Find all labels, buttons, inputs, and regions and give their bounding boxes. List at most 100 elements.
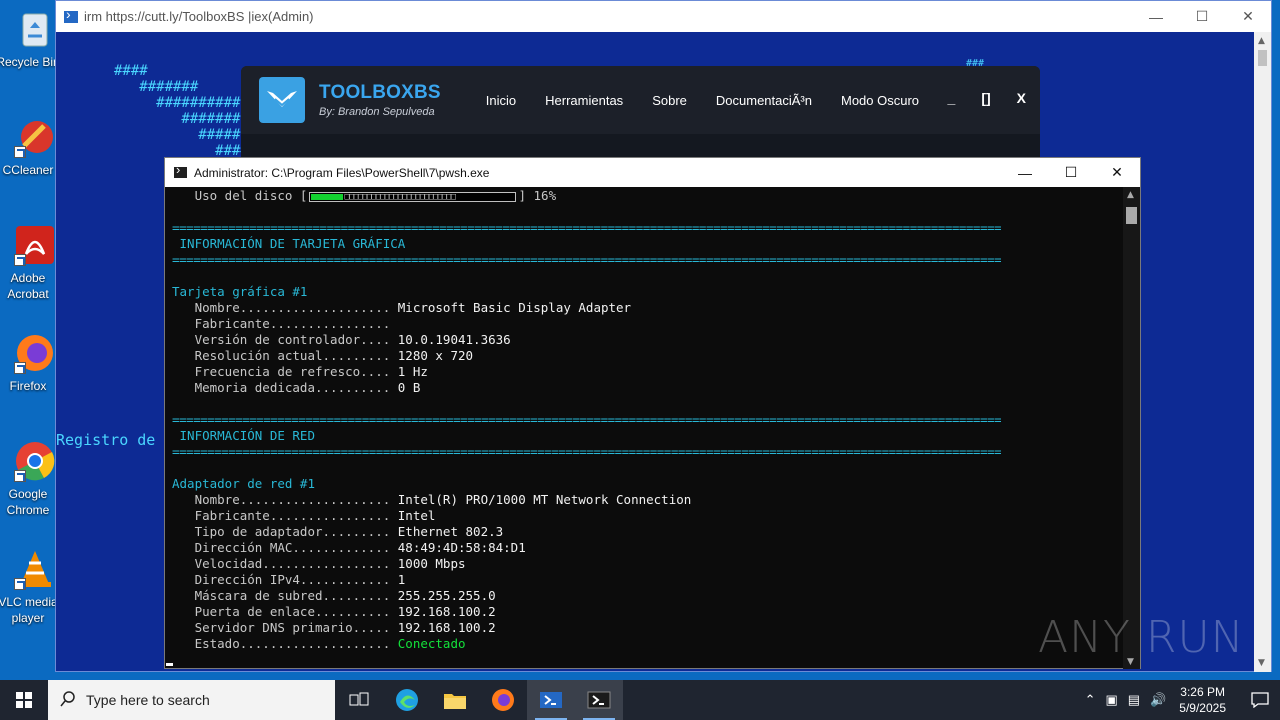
info-row: Resolución actual......... 1280 x 720: [172, 348, 473, 364]
window-title: irm https://cutt.ly/ToolboxBS |iex(Admin…: [84, 9, 314, 24]
volume-icon[interactable]: 🔊: [1150, 692, 1166, 708]
info-label: Resolución actual.........: [172, 348, 398, 363]
edge-icon: [396, 689, 418, 711]
scroll-thumb[interactable]: [1258, 50, 1267, 66]
taskbar-edge[interactable]: [383, 680, 431, 720]
info-row: Tipo de adaptador......... Ethernet 802.…: [172, 524, 504, 540]
info-row: Nombre.................... Intel(R) PRO/…: [172, 492, 692, 508]
powershell-icon: [540, 692, 562, 708]
disk-usage-line: Uso del disco [□□□□□□□□□□□□□□□□□□□□□□□□□…: [194, 188, 557, 203]
toolbox-nav: Inicio Herramientas Sobre DocumentaciÃ³n…: [486, 93, 948, 108]
info-value: 192.168.100.2: [397, 620, 496, 635]
close-button[interactable]: ✕: [1225, 1, 1271, 32]
info-row: Versión de controlador.... 10.0.19041.36…: [172, 332, 511, 348]
info-row: Fabricante................: [172, 316, 398, 332]
window-titlebar[interactable]: irm https://cutt.ly/ToolboxBS |iex(Admin…: [56, 1, 1271, 32]
terminal-icon: [174, 162, 187, 178]
taskbar-powershell[interactable]: [527, 680, 575, 720]
taskbar-search[interactable]: Type here to search: [48, 680, 335, 720]
terminal-close-button[interactable]: ✕: [1094, 158, 1140, 187]
info-value: 192.168.100.2: [397, 604, 496, 619]
search-placeholder: Type here to search: [86, 692, 210, 708]
gpu-section-title: INFORMACIÓN DE TARJETA GRÁFICA: [172, 236, 406, 251]
info-value: 1000 Mbps: [397, 556, 466, 571]
terminal-scrollbar[interactable]: ▲ ▼: [1123, 187, 1140, 669]
info-row: Puerta de enlace.......... 192.168.100.2: [172, 604, 496, 620]
terminal-title: Administrator: C:\Program Files\PowerShe…: [194, 165, 490, 180]
desktop-icon-label: VLC media player: [0, 595, 58, 625]
nav-modo-oscuro[interactable]: Modo Oscuro: [841, 93, 919, 108]
info-value: Intel: [397, 508, 436, 523]
info-label: Frecuencia de refresco....: [172, 364, 398, 379]
network-icon[interactable]: ▣: [1106, 692, 1118, 708]
nav-inicio[interactable]: Inicio: [486, 93, 516, 108]
taskbar-explorer[interactable]: [431, 680, 479, 720]
clock[interactable]: 3:26 PM 5/9/2025: [1179, 684, 1226, 716]
ccleaner-icon: [14, 116, 56, 158]
toolbox-header: TOOLBOXBS By: Brandon Sepulveda Inicio H…: [241, 66, 1040, 134]
info-row: Máscara de subred......... 255.255.255.0: [172, 588, 496, 604]
taskbar: Type here to search ⌃ ▣ ▤ 🔊 3:26 PM 5/9/…: [0, 680, 1280, 720]
info-value: Intel(R) PRO/1000 MT Network Connection: [397, 492, 692, 507]
info-label: Fabricante................: [172, 316, 398, 331]
scroll-up-icon[interactable]: ▲: [1258, 36, 1265, 46]
firefox-icon: [14, 332, 56, 374]
toolbox-logo-icon: [259, 77, 305, 123]
terminal-output[interactable]: Uso del disco [□□□□□□□□□□□□□□□□□□□□□□□□□…: [165, 187, 1123, 669]
info-label: Máscara de subred.........: [172, 588, 398, 603]
nav-sobre[interactable]: Sobre: [652, 93, 687, 108]
toolbox-close-button[interactable]: X: [1017, 90, 1026, 106]
info-label: Dirección MAC.............: [172, 540, 398, 555]
maximize-button[interactable]: ☐: [1179, 1, 1225, 32]
firefox-icon: [492, 689, 514, 711]
desktop-icon-label: CCleaner: [2, 163, 54, 177]
minimize-button[interactable]: —: [1133, 1, 1179, 32]
notifications-icon[interactable]: [1240, 692, 1280, 708]
info-value: 255.255.255.0: [397, 588, 496, 603]
separator: ========================================…: [172, 220, 1002, 235]
toolbox-maximize-button[interactable]: []: [981, 90, 990, 106]
info-value: Conectado: [397, 636, 466, 651]
recycle-bin-icon: [14, 8, 56, 50]
start-button[interactable]: [0, 680, 48, 720]
taskbar-pwsh[interactable]: [575, 680, 623, 720]
desktop-icons: Recycle Bin CCleaner Adobe Acrobat Firef…: [0, 0, 60, 680]
disk-usage-bar: □□□□□□□□□□□□□□□□□□□□□□□□□: [309, 191, 517, 202]
info-label: Dirección IPv4............: [172, 572, 398, 587]
desktop-icon-label: Google Chrome: [6, 487, 50, 517]
nav-herramientas[interactable]: Herramientas: [545, 93, 623, 108]
task-view-button[interactable]: [335, 680, 383, 720]
separator: ========================================…: [172, 412, 1002, 427]
scrollbar[interactable]: ▲ ▼: [1254, 32, 1271, 672]
scroll-down-icon[interactable]: ▼: [1258, 658, 1265, 668]
separator: ========================================…: [172, 252, 1002, 267]
vlc-icon: [14, 548, 56, 590]
chevron-up-icon[interactable]: ⌃: [1085, 692, 1096, 708]
info-row: Dirección MAC............. 48:49:4D:58:8…: [172, 540, 526, 556]
ethernet-icon[interactable]: ▤: [1128, 692, 1140, 708]
taskbar-firefox[interactable]: [479, 680, 527, 720]
terminal-titlebar[interactable]: Administrator: C:\Program Files\PowerShe…: [165, 158, 1140, 187]
toolbox-minimize-button[interactable]: _: [948, 90, 956, 106]
info-row: Frecuencia de refresco.... 1 Hz: [172, 364, 428, 380]
search-icon: [60, 690, 76, 710]
gpu-header: Tarjeta gráfica #1: [172, 284, 308, 299]
info-row: Velocidad................. 1000 Mbps: [172, 556, 466, 572]
terminal-minimize-button[interactable]: —: [1002, 158, 1048, 187]
desktop-icon-label: Firefox: [9, 379, 47, 393]
chrome-icon: [14, 440, 56, 482]
info-value: Microsoft Basic Display Adapter: [397, 300, 632, 315]
folder-icon: [444, 694, 466, 709]
pwsh-terminal-window[interactable]: Administrator: C:\Program Files\PowerShe…: [164, 157, 1141, 669]
toolbox-brand: TOOLBOXBS: [319, 82, 441, 103]
scroll-up-icon[interactable]: ▲: [1127, 190, 1134, 200]
terminal-maximize-button[interactable]: ☐: [1048, 158, 1094, 187]
info-value: 0 B: [397, 380, 421, 395]
windows-icon: [16, 692, 32, 708]
info-label: Memoria dedicada..........: [172, 380, 398, 395]
info-row: Estado.................... Conectado: [172, 636, 466, 652]
nav-documentacion[interactable]: DocumentaciÃ³n: [716, 93, 812, 108]
scroll-thumb[interactable]: [1126, 207, 1137, 224]
info-value: 10.0.19041.3636: [397, 332, 511, 347]
toolbox-byline: By: Brandon Sepulveda: [319, 106, 435, 118]
